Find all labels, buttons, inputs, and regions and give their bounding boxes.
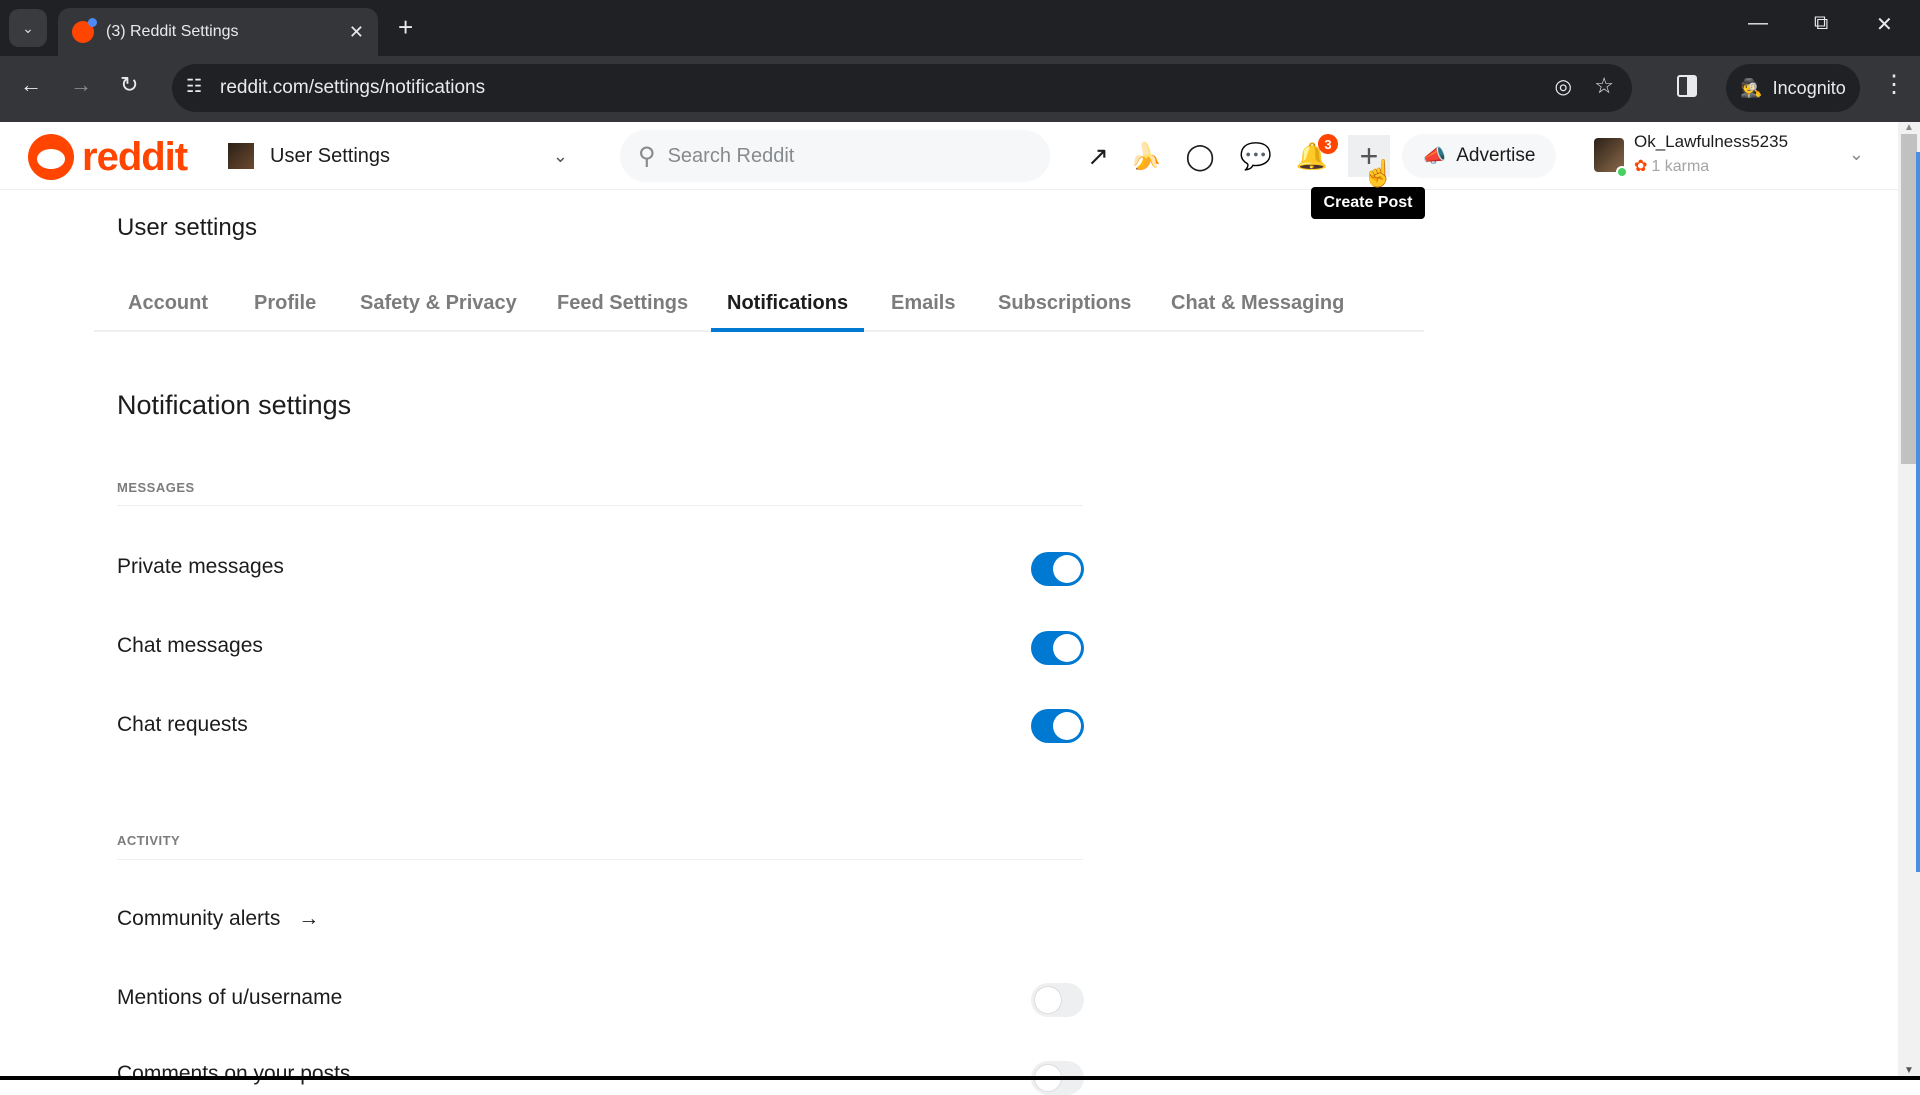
advertise-label: Advertise (1456, 145, 1536, 166)
toggle-chat-messages[interactable] (1031, 631, 1084, 665)
reddit-wordmark: reddit (82, 134, 188, 179)
snoo-icon (28, 134, 74, 180)
tab-safety-privacy[interactable]: Safety & Privacy (344, 292, 533, 332)
close-tab-icon[interactable]: ✕ (349, 22, 364, 43)
row-label-chat-messages: Chat messages (117, 634, 263, 657)
back-icon[interactable]: ← (20, 72, 42, 98)
popular-icon[interactable]: ↗ (1080, 138, 1116, 174)
notification-badge: 3 (1318, 134, 1338, 154)
toggle-mentions[interactable] (1031, 983, 1084, 1017)
create-post-tooltip: Create Post (1311, 187, 1425, 219)
reddit-logo[interactable]: reddit (28, 134, 188, 180)
megaphone-icon: 📣 (1422, 146, 1447, 167)
row-label-private-messages: Private messages (117, 555, 284, 578)
group-label-activity: ACTIVITY (117, 833, 181, 848)
user-menu[interactable]: Ok_Lawfulness5235 ✿ 1 karma ⌄ (1592, 130, 1882, 182)
tab-subscriptions[interactable]: Subscriptions (982, 292, 1147, 332)
address-bar[interactable]: ☷ reddit.com/settings/notifications ◎ ☆ (172, 64, 1632, 112)
toggle-knob (1034, 986, 1062, 1014)
tab-title: (3) Reddit Settings (106, 23, 239, 40)
incognito-icon: 🕵 (1740, 77, 1763, 98)
page-title: User settings (117, 214, 258, 241)
browser-toolbar: ← → ↻ ☷ reddit.com/settings/notification… (0, 56, 1920, 122)
browser-tab-strip: ⌄ (3) Reddit Settings ✕ + — ⧉ ✕ (0, 0, 1920, 56)
hand-cursor-icon: ☝ (1362, 158, 1395, 188)
page-scrollbar[interactable]: ▲ ▼ (1898, 122, 1920, 1076)
reload-icon[interactable]: ↻ (120, 72, 138, 98)
chat-icon[interactable]: 💬 (1238, 138, 1274, 174)
reddit-favicon-icon (72, 18, 97, 43)
chevron-down-icon: ⌄ (552, 145, 568, 166)
toggle-private-messages[interactable] (1031, 552, 1084, 586)
karma-icon: ✿ (1634, 158, 1648, 175)
incognito-label: Incognito (1772, 77, 1846, 98)
row-label-comments-on-posts: Comments on your posts (117, 1062, 351, 1085)
row-label-chat-requests: Chat requests (117, 713, 248, 736)
search-icon: ⚲ (638, 142, 656, 170)
kebab-icon[interactable]: ⋮ (1882, 70, 1906, 99)
scroll-indicator (1916, 152, 1920, 872)
search-placeholder: Search Reddit (667, 144, 795, 167)
restore-icon[interactable]: ⧉ (1814, 12, 1828, 35)
advertise-button[interactable]: 📣 Advertise (1402, 134, 1556, 178)
community-picker[interactable]: User Settings ⌄ (228, 130, 578, 182)
tab-feed-settings[interactable]: Feed Settings (541, 292, 704, 332)
section-title: Notification settings (117, 390, 352, 420)
tab-chat-messaging[interactable]: Chat & Messaging (1155, 292, 1360, 332)
scroll-up-icon[interactable]: ▲ (1904, 122, 1914, 133)
settings-tabs: Account Profile Safety & Privacy Feed Se… (94, 284, 1424, 332)
search-input[interactable]: ⚲ Search Reddit (620, 130, 1050, 182)
tab-emails[interactable]: Emails (875, 292, 971, 332)
username: Ok_Lawfulness5235 (1634, 132, 1789, 151)
new-tab-button[interactable]: + (398, 12, 413, 43)
minimize-icon[interactable]: — (1748, 12, 1768, 35)
karma: ✿ 1 karma (1634, 156, 1709, 176)
toggle-chat-requests[interactable] (1031, 709, 1084, 743)
eye-off-icon[interactable]: ◎ (1555, 74, 1572, 99)
browser-tab[interactable]: (3) Reddit Settings ✕ (58, 8, 378, 56)
user-settings-avatar (228, 143, 254, 169)
divider (117, 505, 1083, 506)
tab-profile[interactable]: Profile (238, 292, 332, 332)
tab-search-button[interactable]: ⌄ (9, 9, 47, 47)
chevron-down-icon: ⌄ (22, 19, 34, 36)
site-info-icon[interactable]: ☷ (186, 76, 202, 97)
toggle-knob (1053, 712, 1081, 740)
tab-notifications[interactable]: Notifications (711, 292, 865, 332)
scrollbar-thumb[interactable] (1901, 134, 1917, 464)
scroll-down-icon[interactable]: ▼ (1904, 1065, 1914, 1076)
toggle-knob (1053, 634, 1081, 662)
star-icon[interactable]: ☆ (1594, 73, 1614, 99)
bottom-edge (0, 1076, 1920, 1080)
community-picker-label: User Settings (270, 144, 391, 167)
mod-shield-icon[interactable]: ◯ (1182, 138, 1218, 174)
divider (117, 859, 1083, 860)
toggle-knob (1053, 555, 1081, 583)
incognito-indicator[interactable]: 🕵 Incognito (1726, 64, 1860, 112)
close-window-icon[interactable]: ✕ (1876, 12, 1893, 37)
row-label-mentions: Mentions of u/username (117, 986, 343, 1009)
row-label-community-alerts: Community alerts (117, 907, 281, 930)
karma-text: 1 karma (1651, 158, 1710, 175)
tab-account[interactable]: Account (112, 292, 224, 332)
side-panel-icon[interactable] (1677, 75, 1697, 97)
forward-icon[interactable]: → (70, 72, 92, 98)
coins-icon[interactable]: 🍌 (1128, 138, 1164, 174)
reddit-header: reddit User Settings ⌄ ⚲ Search Reddit ↗… (0, 122, 1898, 190)
community-alerts-link[interactable]: Community alerts → (117, 907, 319, 931)
chevron-down-icon: ⌄ (1848, 144, 1864, 164)
url-text[interactable]: reddit.com/settings/notifications (220, 77, 485, 99)
arrow-right-icon: → (298, 907, 320, 930)
group-label-messages: MESSAGES (117, 480, 195, 495)
online-indicator (1616, 166, 1628, 178)
